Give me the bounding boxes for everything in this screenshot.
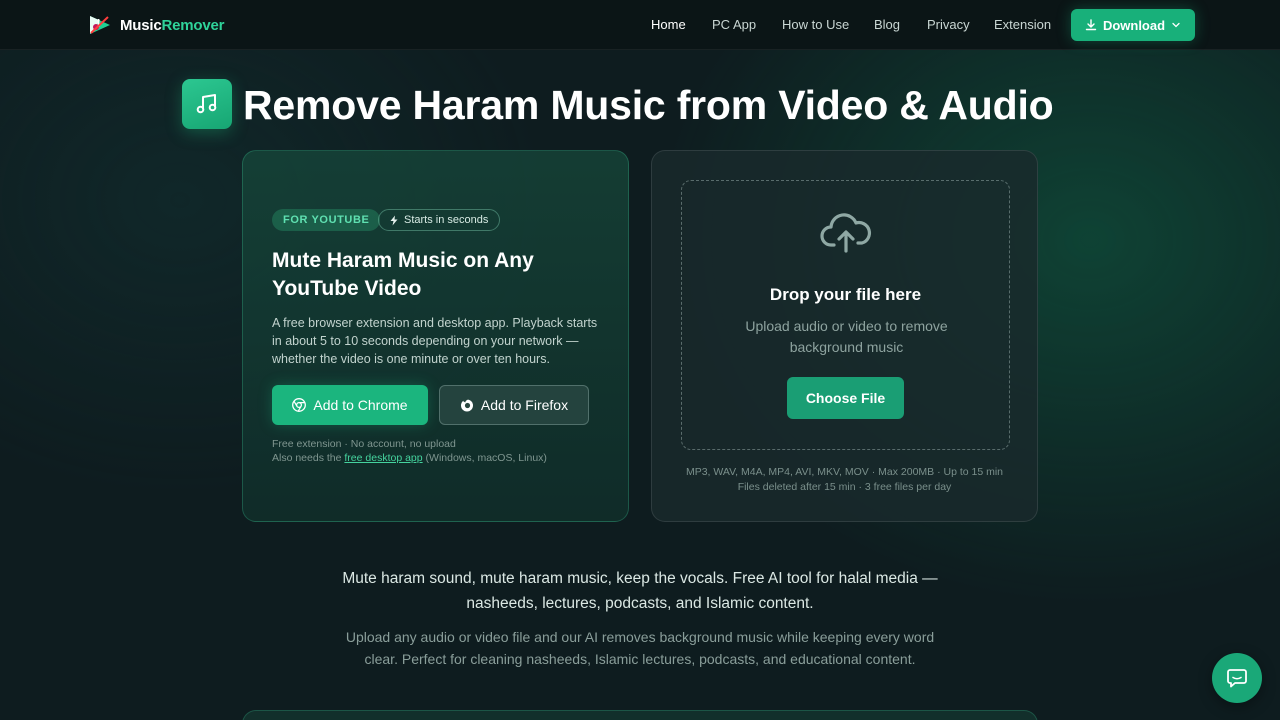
brand-name: MusicRemover [120,16,225,34]
nav-link-how-to-use[interactable]: How to Use [782,17,849,32]
brand-logo[interactable]: MusicRemover [88,12,225,38]
add-to-firefox-label: Add to Firefox [480,397,569,413]
nav-link-home[interactable]: Home [651,17,686,32]
youtube-card-title: Mute Haram Music on Any YouTube Video [272,249,534,300]
page-title: Remove Haram Music from Video & Audio [243,82,1054,128]
upload-retention-note: Files deleted after 15 min · 3 free file… [737,481,952,493]
dropzone-subtitle: Upload audio or video to remove backgrou… [745,318,948,355]
add-to-firefox-button[interactable]: Add to Firefox [439,385,589,425]
chat-button[interactable] [1212,653,1262,703]
starts-in-seconds-badge: Starts in seconds [378,209,501,231]
nav-link-extension[interactable]: Extension [994,17,1051,32]
add-to-chrome-label: Add to Chrome [313,397,408,413]
upload-card: Drop your file here Upload audio or vide… [651,150,1038,522]
lightning-icon [390,215,398,225]
tagline: Mute haram sound, mute haram music, keep… [342,570,938,612]
download-icon [1085,19,1097,31]
desktop-app-note: Also needs the free desktop app (Windows… [272,452,547,464]
cloud-upload-icon [820,213,872,253]
firefox-icon [460,399,473,412]
add-to-chrome-button[interactable]: Add to Chrome [272,385,428,425]
choose-file-button[interactable]: Choose File [787,377,904,419]
chevron-down-icon [1172,22,1180,28]
nav-link-privacy[interactable]: Privacy [927,17,970,32]
upload-limits: MP3, WAV, M4A, MP4, AVI, MKV, MOV · Max … [685,466,1004,478]
file-dropzone[interactable]: Drop your file here Upload audio or vide… [681,180,1010,450]
dropzone-title: Drop your file here [769,285,922,304]
nav-link-pc-app[interactable]: PC App [712,17,756,32]
chat-bubble-icon [1227,669,1247,688]
desktop-app-link[interactable]: free desktop app [344,452,422,464]
tagline-subtext: Upload any audio or video file and our A… [345,629,935,667]
extension-fine-print: Free extension · No account, no upload [272,438,456,450]
speed-badge-label: Starts in seconds [404,214,489,226]
download-button[interactable]: Download [1071,9,1195,41]
youtube-card-description: A free browser extension and desktop app… [272,316,598,366]
logo-mark-icon [90,16,110,34]
music-note-icon [182,79,232,129]
for-youtube-badge: FOR YOUTUBE [272,209,381,231]
nav-link-blog[interactable]: Blog [874,17,900,32]
next-section-card [242,710,1038,720]
top-nav: MusicRemover Home PC App How to Use Blog… [0,0,1280,50]
chrome-icon [292,398,307,412]
youtube-extension-card: FOR YOUTUBE Starts in seconds Mute Haram… [242,150,629,522]
download-label: Download [1102,17,1166,33]
